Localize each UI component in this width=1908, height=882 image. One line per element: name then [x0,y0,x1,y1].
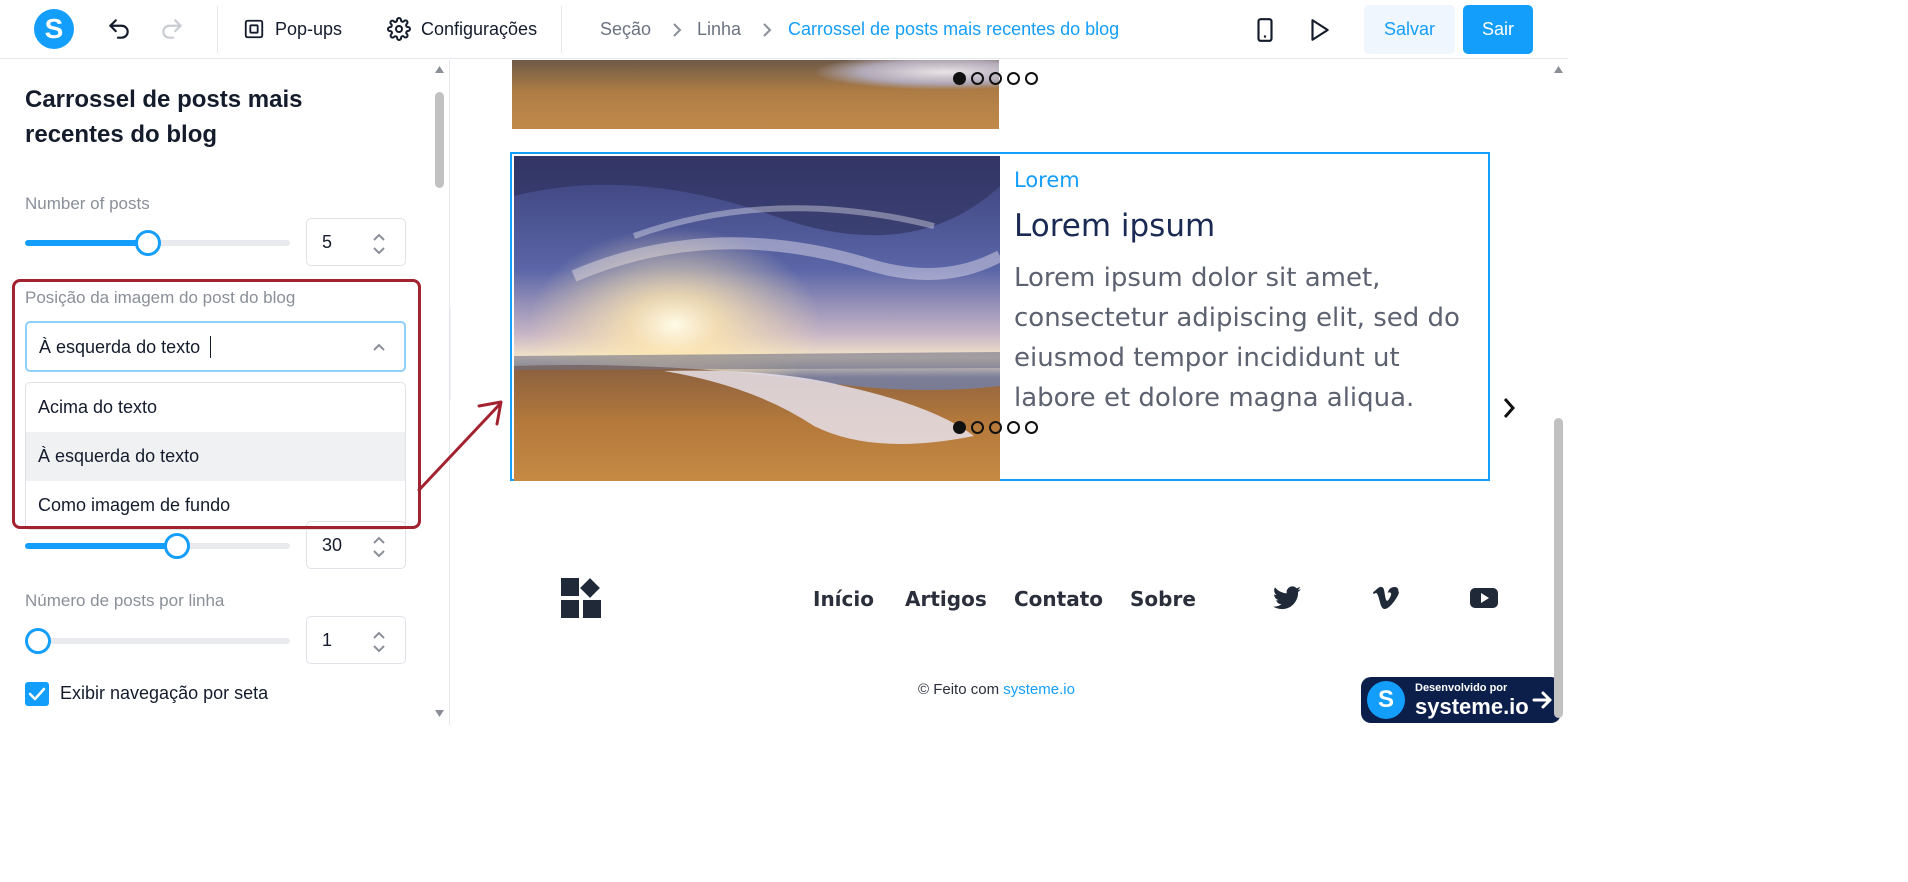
slider-fill [25,240,148,246]
canvas-scrollbar[interactable] [1548,60,1568,725]
check-icon [28,687,46,701]
carousel-dot[interactable] [953,421,966,434]
panel-scrollbar[interactable] [432,60,446,725]
scroll-down-icon[interactable] [435,710,444,717]
show-arrows-label: Exibir navegação por seta [60,683,269,703]
footer-logo-icon[interactable] [561,578,603,620]
breadcrumb-current[interactable]: Carrossel de posts mais recentes do blog [788,19,1119,40]
carousel-dot[interactable] [971,72,984,85]
vimeo-icon[interactable] [1372,586,1400,610]
carousel-dot[interactable] [1025,72,1038,85]
play-preview-icon[interactable] [1306,17,1332,43]
twitter-icon[interactable] [1273,586,1301,610]
posts-per-line-input[interactable]: 1 [306,616,406,664]
top-toolbar: S Pop-ups Configurações Seção Linha Carr… [0,0,1568,59]
stepper-icon[interactable] [371,629,387,655]
slider-thumb[interactable] [163,533,190,559]
systeme-link[interactable]: systeme.io [1003,681,1075,698]
previous-post-image [512,60,999,129]
breadcrumb-section[interactable]: Seção [600,19,651,40]
settings-panel: Carrossel de posts mais recentes do blog… [0,60,450,725]
stepper-icon[interactable] [371,534,387,560]
slider-fill [25,543,177,549]
redo-icon[interactable] [159,16,185,42]
gear-icon [387,17,411,41]
post-image [514,156,1000,481]
stepper-icon[interactable] [371,231,387,257]
systeme-logo[interactable]: S [34,9,74,49]
footer-link-about[interactable]: Sobre [1130,587,1196,611]
annotation-highlight [12,279,421,529]
toolbar-divider [561,6,562,53]
badge-logo: S [1367,681,1405,719]
show-arrows-checkbox[interactable] [25,682,49,706]
footer-link-articles[interactable]: Artigos [905,587,987,611]
post-excerpt: Lorem ipsum dolor sit amet, consectetur … [1014,263,1460,413]
spacing-value: 30 [322,535,343,555]
carousel-dot[interactable] [1007,421,1020,434]
breadcrumb-row[interactable]: Linha [697,19,741,40]
panel-title: Carrossel de posts mais recentes do blog [25,86,303,148]
carousel-dot[interactable] [953,72,966,85]
page-canvas: Lorem Lorem ipsum Lorem ipsum dolor sit … [451,60,1568,725]
spacing-slider[interactable] [25,533,290,559]
posts-per-line-value: 1 [322,630,333,650]
footer-link-home[interactable]: Início [813,587,874,611]
footer-link-contact[interactable]: Contato [1014,587,1103,611]
save-button[interactable]: Salvar [1364,5,1455,54]
copyright-text: © Feito com systeme.io [918,681,1075,698]
chevron-right-icon[interactable] [1502,396,1516,420]
powered-by-badge[interactable]: S Desenvolvido por systeme.io [1361,677,1561,723]
badge-caption: Desenvolvido por [1415,682,1508,694]
post-title[interactable]: Lorem ipsum [1014,208,1215,244]
popups-button[interactable]: Pop-ups [243,14,342,44]
chevron-right-icon [673,23,682,37]
scroll-up-icon[interactable] [435,66,444,73]
number-of-posts-value: 5 [322,232,333,252]
slider-thumb[interactable] [25,628,51,654]
scroll-up-icon[interactable] [1554,66,1563,73]
youtube-icon[interactable] [1470,586,1498,610]
undo-icon[interactable] [106,16,132,42]
carousel-dots [953,421,1038,434]
settings-label: Configurações [421,18,538,39]
number-of-posts-input[interactable]: 5 [306,218,406,266]
popups-label: Pop-ups [275,18,343,39]
scroll-thumb[interactable] [435,92,444,188]
posts-per-line-label: Número de posts por linha [25,591,225,610]
carousel-dots [953,72,1038,85]
post-category[interactable]: Lorem [1014,168,1080,192]
number-of-posts-slider[interactable] [25,230,290,256]
exit-button[interactable]: Sair [1463,5,1533,54]
carousel-dot[interactable] [989,421,1002,434]
posts-per-line-slider[interactable] [25,628,290,654]
toolbar-divider [217,6,218,53]
annotation-arrow [417,400,503,492]
settings-button[interactable]: Configurações [387,14,537,44]
chevron-right-icon [763,23,772,37]
carousel-dot[interactable] [971,421,984,434]
slider-thumb[interactable] [134,230,161,256]
mobile-preview-icon[interactable] [1252,17,1278,43]
popup-icon [244,19,264,39]
carousel-dot[interactable] [1007,72,1020,85]
carousel-dot[interactable] [989,72,1002,85]
carousel-dot[interactable] [1025,421,1038,434]
number-of-posts-label: Number of posts [25,194,150,213]
scroll-thumb[interactable] [1554,418,1563,718]
copyright-prefix: © Feito com [918,681,1004,698]
badge-brand: systeme.io [1415,694,1529,719]
